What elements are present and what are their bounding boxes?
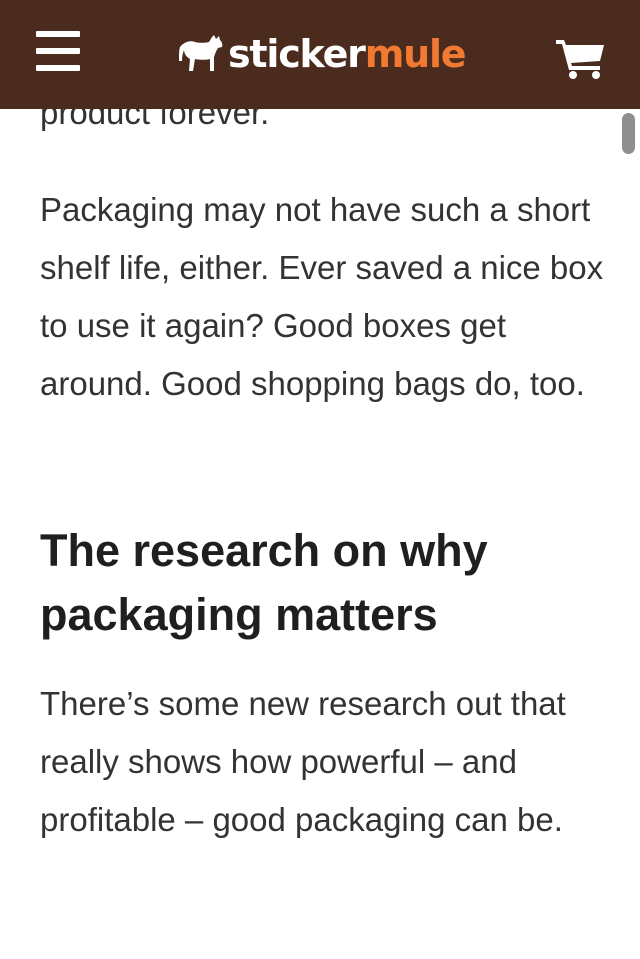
article-section-heading: The research on why packaging matters [40, 525, 488, 640]
logo-wordmark: stickermule [228, 32, 467, 76]
mule-icon [179, 35, 223, 71]
article-paragraph: Packaging may not have such a short shel… [40, 191, 604, 402]
stickermule-logo[interactable]: stickermule [178, 28, 467, 80]
page: stickermule product forever. Packaging m… [0, 0, 640, 959]
logo-text-mule: mule [364, 32, 467, 76]
article-paragraph: There’s some new research out that reall… [40, 685, 566, 838]
hamburger-menu-icon[interactable] [36, 31, 82, 73]
logo-text-sticker: sticker [228, 32, 366, 76]
scrollbar-thumb[interactable] [622, 113, 635, 154]
shopping-cart-icon[interactable] [556, 36, 606, 80]
top-navigation-bar: stickermule [0, 0, 640, 109]
